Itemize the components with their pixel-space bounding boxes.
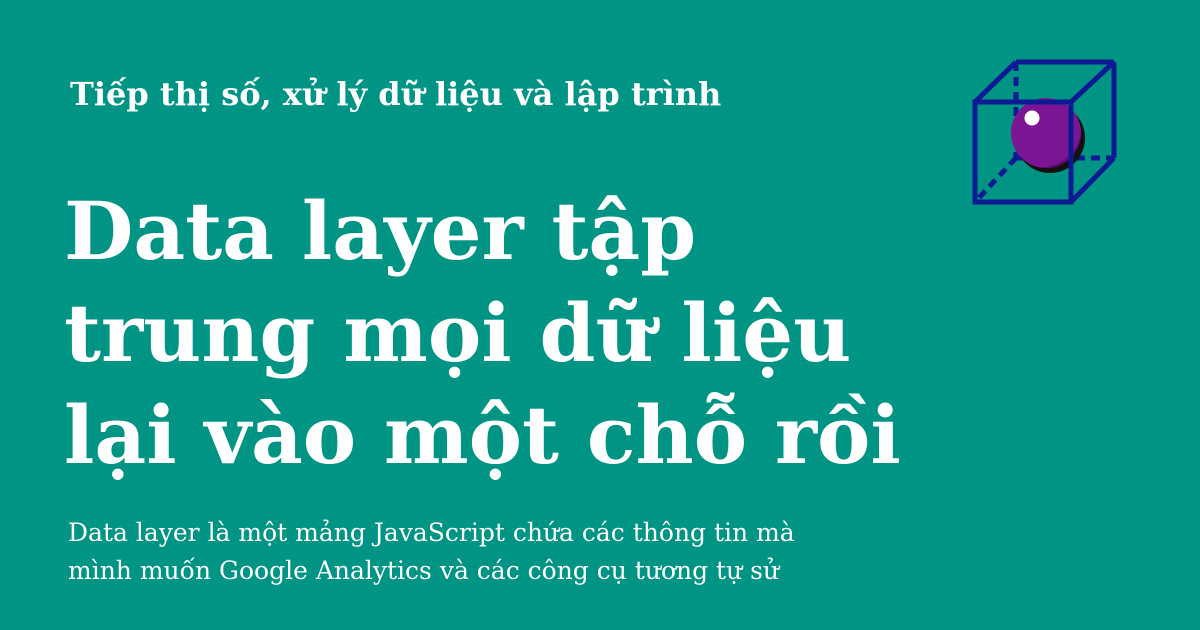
headline-line-2: trung mọi dữ liệu xyxy=(64,286,852,380)
article-headline: Data layer tập trung mọi dữ liệu lại vào… xyxy=(64,180,964,486)
description-line-2: mình muốn Google Analytics và các công c… xyxy=(68,556,780,585)
site-tagline: Tiếp thị số, xử lý dữ liệu và lập trình xyxy=(70,75,722,113)
headline-line-3: lại vào một chỗ rồi xyxy=(64,388,901,482)
cube-with-sphere-icon xyxy=(972,59,1117,205)
social-share-card: Tiếp thị số, xử lý dữ liệu và lập trình … xyxy=(0,0,1200,630)
headline-line-1: Data layer tập xyxy=(64,184,697,278)
sphere-icon xyxy=(1011,98,1085,173)
sphere-highlight xyxy=(1024,110,1040,126)
article-description: Data layer là một mảng JavaScript chứa c… xyxy=(68,514,968,590)
description-line-1: Data layer là một mảng JavaScript chứa c… xyxy=(68,518,795,547)
